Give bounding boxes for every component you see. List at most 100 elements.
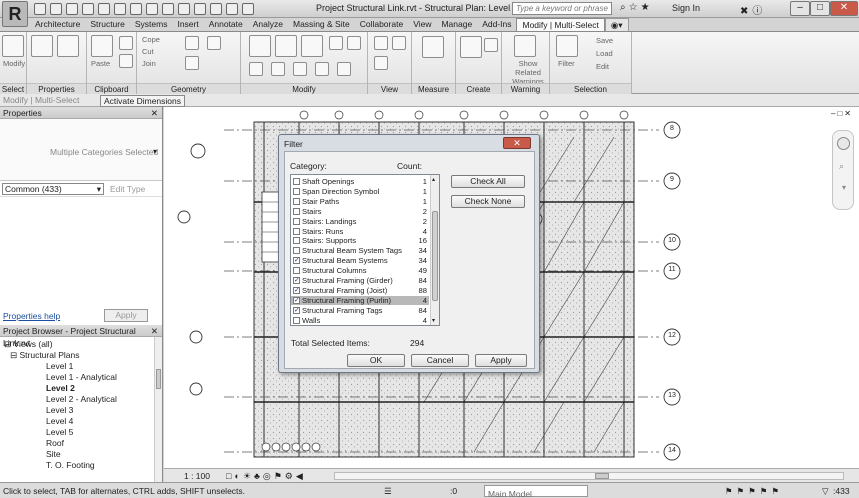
tab-options-dropdown[interactable]: ◉▾ [604,17,629,32]
tab-massing-site[interactable]: Massing & Site [288,18,355,31]
cut-label[interactable]: Cut [142,47,154,56]
tab-analyze[interactable]: Analyze [248,18,288,31]
tab-annotate[interactable]: Annotate [204,18,248,31]
navbar-dropdown-icon[interactable]: ▾ [842,183,846,192]
browser-level-2-analytical[interactable]: Level 2 - Analytical [46,394,117,404]
tab-structure[interactable]: Structure [85,18,130,31]
application-menu-button[interactable]: R [2,1,28,27]
category-row[interactable]: ✓ Structural Framing (Joist) 88 [291,286,429,296]
tab-systems[interactable]: Systems [130,18,173,31]
category-checkbox[interactable] [293,187,300,195]
check-none-button[interactable]: Check None [451,195,525,208]
open-icon[interactable] [34,3,46,15]
panel-label-warning[interactable]: Warning [502,83,549,94]
horizontal-scrollbar[interactable] [334,472,844,480]
category-checkbox[interactable] [293,227,300,235]
trim-icon[interactable] [271,62,285,76]
category-row[interactable]: Structural Columns 49 [291,266,429,276]
edit-selection-label[interactable]: Edit [596,62,609,71]
split-icon[interactable] [293,62,307,76]
tab-collaborate[interactable]: Collaborate [355,18,408,31]
modify-cursor-icon[interactable] [2,35,24,57]
measure-tool-icon[interactable] [422,36,444,58]
show-related-warnings-label[interactable]: Show Related Warnings [506,59,550,86]
join-label[interactable]: Join [142,59,156,68]
category-checkbox[interactable] [293,247,300,255]
category-row[interactable]: ✓ Structural Framing (Purlin) 4 [291,295,429,306]
check-all-button[interactable]: Check All [451,175,525,188]
cut-clipboard-icon[interactable] [119,36,133,50]
zoom-icon[interactable]: ⌕ [839,161,844,172]
browser-level-1[interactable]: Level 1 [46,361,73,371]
sign-in-button[interactable]: Sign In [672,3,700,13]
category-checkbox[interactable] [293,207,300,215]
move-icon[interactable] [329,36,343,50]
align-icon[interactable] [249,35,271,57]
mirror-icon[interactable] [301,35,323,57]
tab-manage[interactable]: Manage [436,18,477,31]
browser-roof[interactable]: Roof [46,438,64,448]
tab-insert[interactable]: Insert [172,18,203,31]
3d-view-icon[interactable] [194,3,206,15]
warning-icon[interactable] [514,35,536,57]
category-row[interactable]: ✓ Structural Framing Tags 84 [291,306,429,316]
category-row[interactable]: Stairs 2 [291,207,429,217]
category-row[interactable]: Stairs: Landings 2 [291,217,429,227]
copy-icon[interactable] [119,54,133,68]
split-face-icon[interactable] [207,36,221,50]
browser-level-4[interactable]: Level 4 [46,416,73,426]
project-browser-scrollbar[interactable] [154,337,162,482]
type-selector[interactable]: Multiple Categories Selected ▾ [0,119,162,181]
category-row[interactable]: Stair Paths 1 [291,197,429,207]
category-checkbox[interactable] [293,197,300,205]
category-checkbox[interactable]: ✓ [293,306,300,314]
worksets-icon[interactable]: ☰ [384,486,392,497]
panel-label-create[interactable]: Create [456,83,501,94]
create-similar-icon[interactable] [484,38,498,52]
infocenter-icons[interactable]: ⌕☆★ [620,2,653,13]
steering-wheel-icon[interactable] [837,137,850,150]
design-options-select[interactable]: Main Model [484,485,588,498]
close-hidden-icon[interactable] [226,3,238,15]
category-checkbox[interactable] [293,217,300,225]
view-scale[interactable]: 1 : 100 [184,471,210,481]
properties-filter-select[interactable]: Common (433) ▾ [2,183,104,195]
linework-icon[interactable] [374,56,388,70]
redo-icon[interactable] [98,3,110,15]
tab-architecture[interactable]: Architecture [30,18,85,31]
properties-close-icon[interactable]: ✕ [151,107,158,119]
category-checkbox[interactable] [293,178,300,185]
category-row[interactable]: Shaft Openings 1 [291,177,429,187]
filter-label[interactable]: Filter [558,59,575,68]
dimension-icon[interactable] [146,3,158,15]
browser-t-o-footing[interactable]: T. O. Footing [46,460,95,470]
category-row[interactable]: ✓ Structural Beam Systems 34 [291,256,429,266]
switch-windows-icon[interactable] [242,3,254,15]
scroll-down-icon[interactable]: ▾ [432,317,435,324]
category-checkbox[interactable]: ✓ [293,277,300,284]
properties-help-link[interactable]: Properties help [3,311,60,321]
view-window-controls[interactable]: –□✕ [831,109,853,118]
cope-label[interactable]: Cope [142,35,160,44]
view-control-icons[interactable]: □◐☀♣◎⚑⚙◀ [226,471,306,482]
minimize-button[interactable]: – [790,1,810,16]
search-input[interactable]: Type a keyword or phrase [512,2,612,15]
properties-apply-button[interactable]: Apply [104,309,148,322]
text-icon[interactable] [178,3,190,15]
browser-level-1-analytical[interactable]: Level 1 - Analytical [46,372,117,382]
create-group-icon[interactable] [460,36,482,58]
paint-icon[interactable] [185,56,199,70]
delete-icon[interactable] [337,62,351,76]
category-row[interactable]: Walls 4 [291,316,429,325]
panel-label-selection[interactable]: Selection [550,83,631,94]
browser-level-5[interactable]: Level 5 [46,427,73,437]
rotate-icon[interactable] [249,62,263,76]
category-checkbox[interactable] [293,316,300,324]
selection-toggle-icons[interactable]: ⚑⚑⚑⚑⚑ [725,486,783,497]
horizontal-scroll-thumb[interactable] [595,473,609,479]
panel-label-clipboard[interactable]: Clipboard [87,83,136,94]
override-icon[interactable] [392,36,406,50]
tag-icon[interactable] [162,3,174,15]
array-icon[interactable] [315,62,329,76]
load-selection-label[interactable]: Load [596,49,613,58]
